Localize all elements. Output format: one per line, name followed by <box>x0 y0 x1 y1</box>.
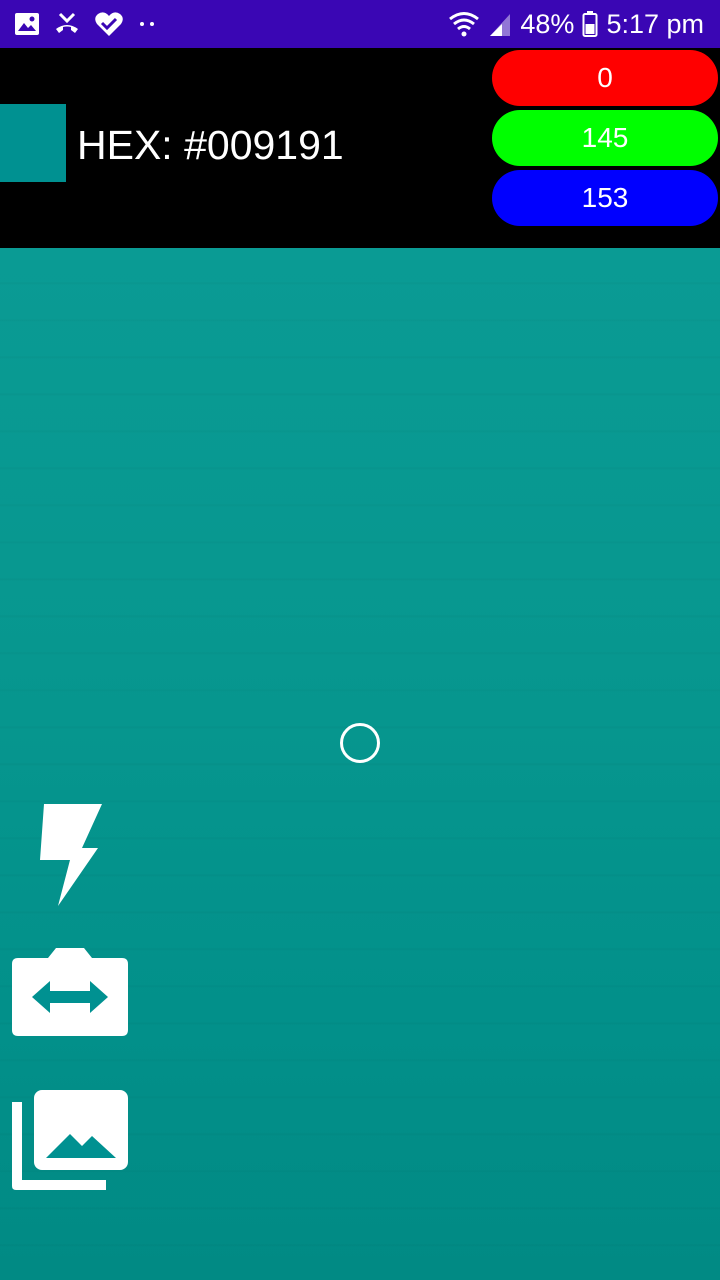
switch-camera-icon <box>12 948 128 1036</box>
flash-icon <box>40 804 102 906</box>
health-check-icon <box>95 12 123 36</box>
status-notifications <box>14 10 158 38</box>
green-value-pill: 145 <box>492 110 718 166</box>
missed-call-icon <box>56 12 78 33</box>
flash-button[interactable] <box>36 804 102 906</box>
more-dots-icon <box>140 22 154 26</box>
status-bar: 48% 5:17 pm <box>0 0 720 48</box>
gallery-notification-icon <box>15 13 39 35</box>
blue-value-pill: 153 <box>492 170 718 226</box>
color-swatch <box>0 104 66 182</box>
red-value-pill: 0 <box>492 50 718 106</box>
screen: 48% 5:17 pm HEX: #009191 0 145 153 <box>0 0 720 1280</box>
battery-percent: 48% <box>520 9 575 39</box>
status-system: 48% 5:17 pm <box>448 6 704 42</box>
signal-icon <box>490 14 511 36</box>
wifi-icon <box>449 12 480 37</box>
hex-value-label: HEX: #009191 <box>77 122 344 168</box>
target-circle <box>340 723 380 763</box>
gallery-icon <box>12 1090 128 1190</box>
clock: 5:17 pm <box>606 9 704 39</box>
gallery-button[interactable] <box>10 1088 130 1192</box>
color-info-panel: HEX: #009191 0 145 153 <box>0 48 720 248</box>
battery-icon <box>582 11 598 37</box>
switch-camera-button[interactable] <box>10 944 130 1038</box>
